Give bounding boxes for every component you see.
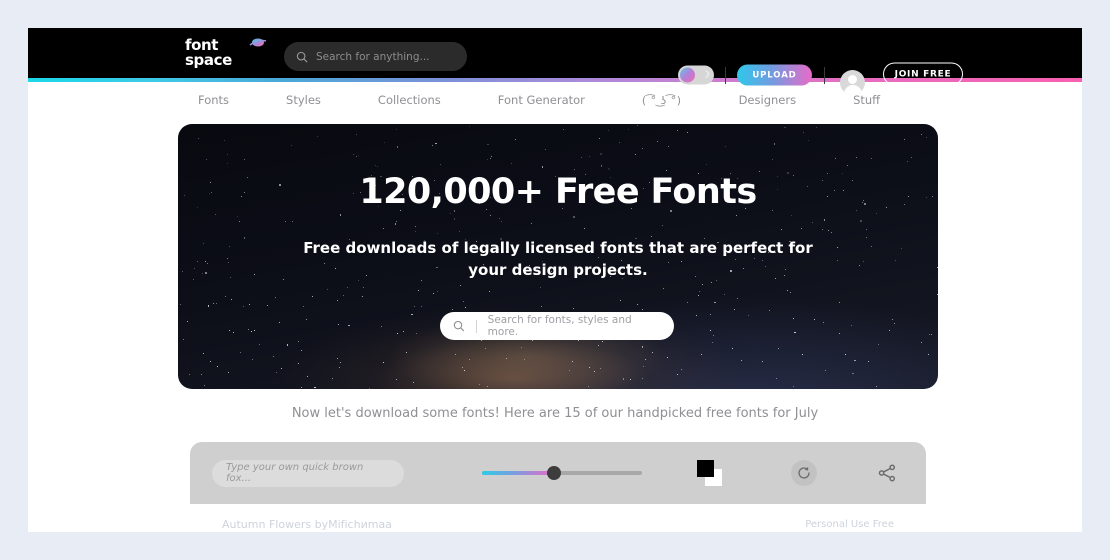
- avatar-head: [848, 75, 857, 84]
- upload-button[interactable]: UPLOAD: [737, 64, 812, 86]
- font-card[interactable]: Autumn Flowers byМіfіcһиmаа Personal Use…: [200, 504, 916, 532]
- hero-search-placeholder: Search for fonts, styles and more.: [487, 314, 632, 338]
- search-icon: [296, 51, 308, 62]
- font-size-slider[interactable]: [482, 466, 642, 480]
- share-icon: [878, 464, 896, 482]
- slider-fill: [482, 471, 554, 475]
- browser-viewport: font space Search for anything... ☽ UPLO…: [28, 28, 1082, 532]
- nav-item-kaomoji[interactable]: ( ͡° ͜ʖ ͡°): [642, 94, 682, 107]
- reset-button[interactable]: [791, 460, 817, 486]
- avatar-body: [843, 85, 862, 95]
- slider-thumb[interactable]: [547, 466, 561, 480]
- preview-text-input[interactable]: Type your own quick brown fox...: [212, 459, 404, 487]
- tagline: Now let's download some fonts! Here are …: [291, 406, 819, 421]
- header-divider-1: [725, 67, 726, 84]
- moon-icon: ☽: [701, 69, 710, 80]
- hero-title: 120,000+ Free Fonts: [359, 172, 757, 212]
- join-free-button[interactable]: JOIN FREE: [883, 62, 963, 86]
- nav-item-fonts[interactable]: Fonts: [198, 93, 229, 107]
- font-card-title: Autumn Flowers byМіfіcһиmаа: [222, 517, 392, 531]
- swoosh-icon: [249, 38, 267, 47]
- search-icon: [453, 320, 465, 332]
- color-swatch-icon[interactable]: [697, 460, 723, 486]
- logo-text-line2: space: [185, 51, 232, 69]
- hero-banner: 120,000+ Free Fonts Free downloads of le…: [178, 124, 938, 389]
- hero-search-divider: [475, 319, 477, 333]
- font-card-license: Personal Use Free: [805, 518, 894, 530]
- header-search-input[interactable]: Search for anything...: [284, 42, 467, 71]
- color-swatch-foreground: [697, 460, 714, 477]
- preview-text-placeholder: Type your own quick brown fox...: [226, 462, 364, 484]
- refresh-icon: [798, 466, 810, 479]
- main-navigation: Fonts Styles Collections Font Generator …: [28, 82, 1082, 118]
- header-divider-2: [824, 67, 825, 84]
- header-search-placeholder: Search for anything...: [316, 50, 430, 63]
- site-logo[interactable]: font space: [185, 38, 267, 70]
- theme-toggle-knob: [680, 67, 695, 83]
- nav-item-font-generator[interactable]: Font Generator: [498, 93, 585, 107]
- nav-item-collections[interactable]: Collections: [378, 93, 441, 107]
- hero-search-input[interactable]: Search for fonts, styles and more.: [440, 312, 674, 340]
- hero-subtitle: Free downloads of legally licensed fonts…: [303, 239, 813, 279]
- preview-toolbar: Type your own quick brown fox...: [190, 442, 926, 504]
- nav-item-styles[interactable]: Styles: [286, 93, 321, 107]
- theme-toggle[interactable]: ☽: [678, 65, 714, 85]
- nav-item-designers[interactable]: Designers: [739, 93, 797, 107]
- site-header: font space Search for anything... ☽ UPLO…: [28, 28, 1082, 95]
- nav-item-stuff[interactable]: Stuff: [853, 93, 880, 107]
- share-button[interactable]: [877, 463, 897, 483]
- avatar[interactable]: [840, 70, 865, 95]
